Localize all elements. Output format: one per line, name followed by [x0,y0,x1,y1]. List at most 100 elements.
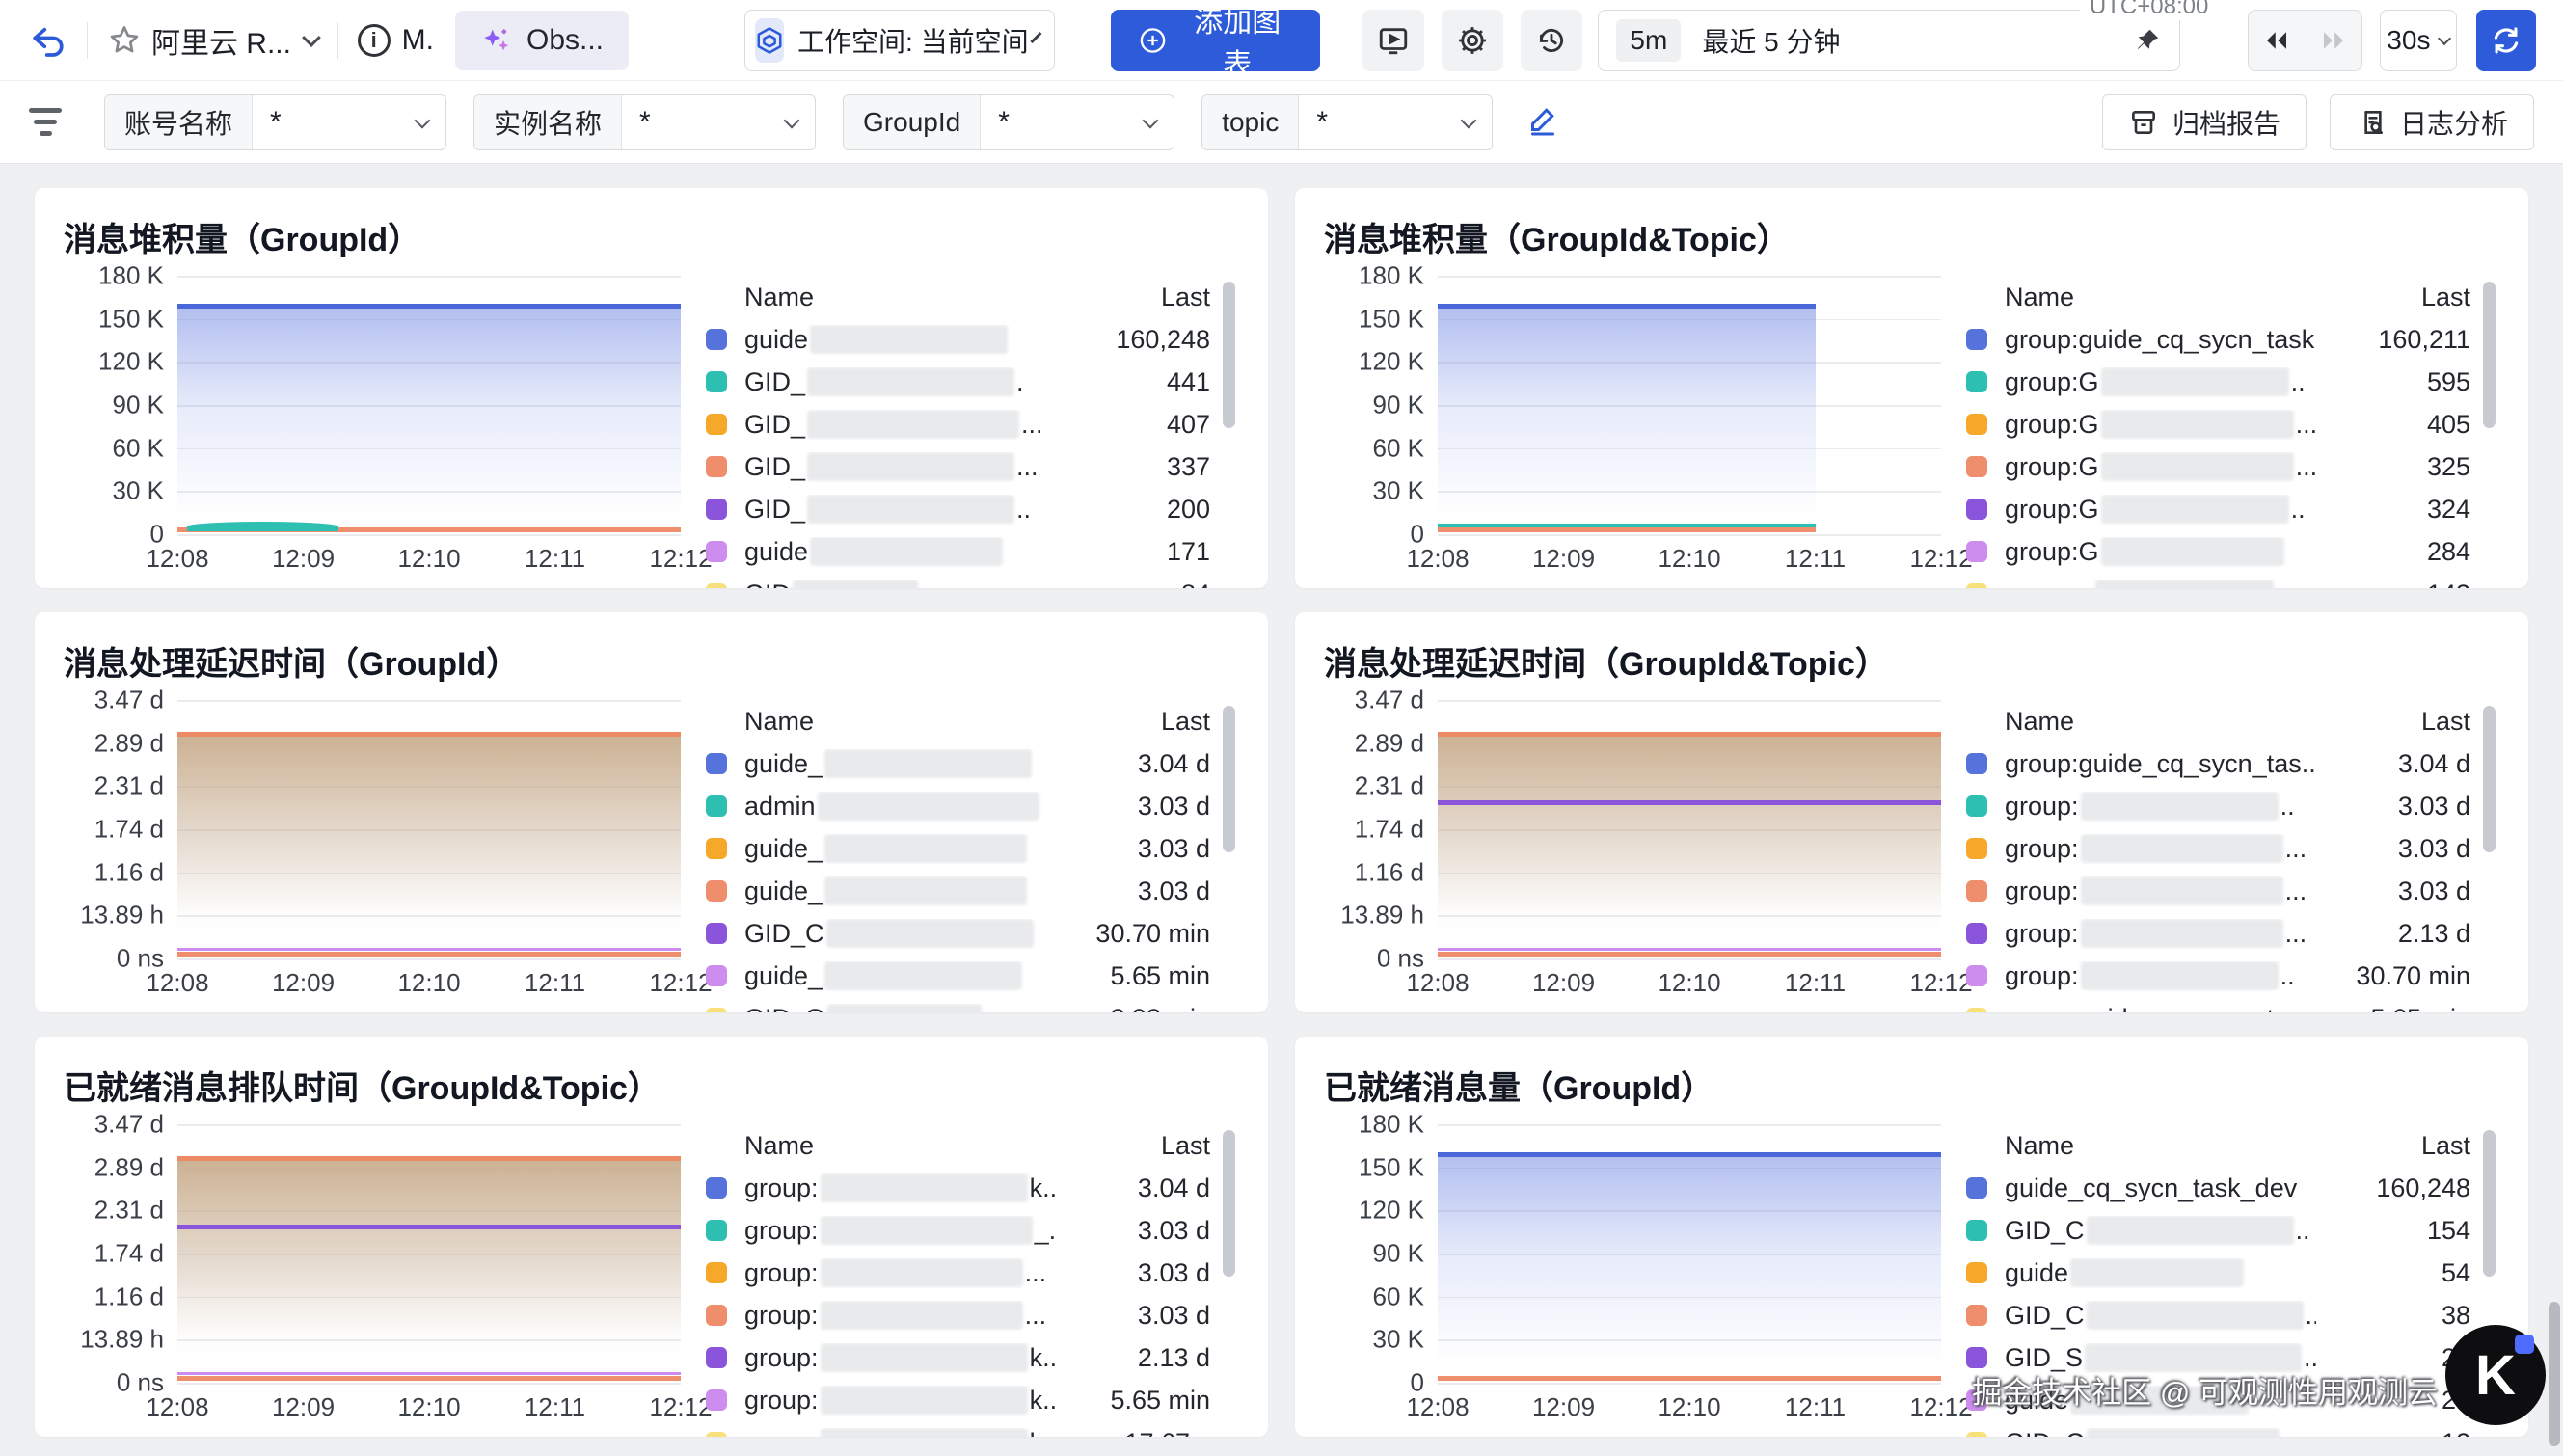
series-name-text: guide_ [744,876,823,906]
legend-row[interactable]: group:..30.70 min [1966,955,2470,997]
edit-filters-button[interactable] [1525,102,1560,142]
legend-row[interactable]: GID_C..154 [1966,1209,2470,1252]
legend-row[interactable]: group:G...405 [1966,403,2470,445]
plot-region[interactable] [1438,1124,1941,1383]
series-swatch [1966,753,1987,774]
chevron-down-icon [784,112,800,128]
legend-row[interactable]: GID84 [706,573,1210,588]
legend-scrollbar-thumb[interactable] [2483,282,2496,428]
dashboard-title[interactable]: 阿里云 R... [151,19,291,62]
add-chart-button[interactable]: 添加图表 [1111,10,1320,71]
legend-scrollbar-thumb[interactable] [2483,1130,2496,1277]
legend-row[interactable]: group:guide_cq_sycn_tas...5.65 min [1966,997,2470,1012]
legend-row[interactable]: guide_3.03 d [706,827,1210,870]
series-name: group:G [2005,537,2316,567]
history-button[interactable] [1521,10,1582,71]
legend-row[interactable]: guide_cq_sycn_task_dev160,248 [1966,1167,2470,1209]
log-analysis-button[interactable]: 日志分析 [2330,94,2534,150]
legend-row[interactable]: GID_...337 [706,445,1210,488]
legend-row[interactable]: group:k...5.65 min [706,1379,1210,1421]
legend-row[interactable]: group:...3.03 d [1966,827,2470,870]
legend-row[interactable]: group:G...325 [1966,445,2470,488]
back-icon[interactable] [29,21,67,60]
legend-row[interactable]: group:g143 [1966,573,2470,588]
series-last-value: 3.03 d [2316,792,2470,822]
series-area [177,732,681,958]
legend-row[interactable]: group:G284 [1966,530,2470,573]
legend-row[interactable]: group:...2.13 d [1966,912,2470,955]
legend-row[interactable]: group:_...3.03 d [706,1209,1210,1252]
y-tick-label: 1.74 d [94,815,164,845]
series-swatch [1966,1347,1987,1368]
redacted-text [2101,367,2289,396]
legend-scrollbar-thumb[interactable] [1223,1130,1235,1277]
pin-icon[interactable] [2133,26,2162,55]
legend-row[interactable]: group:k...3.04 d [706,1167,1210,1209]
series-swatch [706,1347,727,1368]
legend-row[interactable]: GID_C...12 [1966,1421,2470,1437]
archive-report-button[interactable]: 归档报告 [2102,94,2307,150]
legend-row[interactable]: group:guide_cq_sycn_task160,211 [1966,318,2470,361]
info-item[interactable]: i M. [358,24,434,57]
series-name: group:g [2005,580,2316,589]
legend-row[interactable]: GID_..200 [706,488,1210,530]
legend-scrollbar-thumb[interactable] [1223,706,1235,852]
plot-region[interactable] [177,1124,681,1383]
legend-row[interactable]: admin3.03 d [706,785,1210,827]
filter-value-dropdown[interactable]: * [622,95,815,149]
plot-region[interactable] [177,700,681,958]
filter-value-dropdown[interactable]: * [1299,95,1492,149]
step-forward-button[interactable] [2306,11,2361,70]
legend: NameLastguide160,248GID_.441GID_...407GI… [706,276,1239,588]
log-search-icon [2356,107,2387,138]
plot-region[interactable] [1438,276,1941,534]
legend-row[interactable]: GID_O2.93 min [706,997,1210,1012]
refresh-button[interactable] [2476,10,2536,71]
plot-region[interactable] [1438,700,1941,958]
refresh-interval-select[interactable]: 30s [2380,10,2457,71]
page-scrollbar-thumb[interactable] [2549,1302,2560,1446]
legend-row[interactable]: group:..3.03 d [1966,785,2470,827]
filter-value-dropdown[interactable]: * [253,95,445,149]
panel-body: 3.47 d2.89 d2.31 d1.74 d1.16 d13.89 h0 n… [64,700,1239,1012]
legend-row[interactable]: group:...3.03 d [706,1252,1210,1294]
settings-button[interactable] [1442,10,1503,71]
present-button[interactable] [1362,10,1424,71]
legend-row[interactable]: group:G..324 [1966,488,2470,530]
favorite-star-icon[interactable] [107,23,142,58]
legend-row[interactable]: guide_3.03 d [706,870,1210,912]
series-name-text: guide [744,537,808,567]
legend-row[interactable]: guide54 [1966,1252,2470,1294]
series-name: GID_C... [2005,1301,2316,1331]
y-tick-label: 3.47 d [94,1110,164,1140]
filter-icon[interactable] [29,108,62,136]
legend-row[interactable]: group:k...2.13 d [706,1336,1210,1379]
legend-row[interactable]: guide_3.04 d [706,742,1210,785]
legend-row[interactable]: group:...3.03 d [706,1294,1210,1336]
redacted-text [821,1173,1028,1202]
legend-row[interactable]: guide_5.65 min [706,955,1210,997]
legend-row[interactable]: guide171 [706,530,1210,573]
legend-row[interactable]: GID_.441 [706,361,1210,403]
legend-row[interactable]: group:...3.03 d [1966,870,2470,912]
legend-scrollbar-thumb[interactable] [1223,282,1235,428]
chevron-down-icon[interactable] [302,28,321,47]
y-tick-label: 2.31 d [1355,771,1424,801]
series-name-text: GID_C [2005,1216,2085,1246]
workspace-select[interactable]: 工作空间: 当前空间 [744,10,1055,71]
series-swatch [706,541,727,562]
legend-row[interactable]: group:G..595 [1966,361,2470,403]
filter-value-dropdown[interactable]: * [981,95,1174,149]
obs-button[interactable]: Obs... [455,11,629,70]
legend-row[interactable]: GID_C30.70 min [706,912,1210,955]
filter-value: * [270,106,388,139]
plot-region[interactable] [177,276,681,534]
step-back-button[interactable] [2249,11,2305,70]
legend-row[interactable]: group:k...17.67 s [706,1421,1210,1437]
time-range-picker[interactable]: 5m 最近 5 分钟 UTC+08:00 [1598,10,2180,71]
legend-row[interactable]: GID_C...38 [1966,1294,2470,1336]
legend-scrollbar-thumb[interactable] [2483,706,2496,852]
legend-row[interactable]: guide160,248 [706,318,1210,361]
legend-row[interactable]: group:guide_cq_sycn_tas...3.04 d [1966,742,2470,785]
legend-row[interactable]: GID_...407 [706,403,1210,445]
